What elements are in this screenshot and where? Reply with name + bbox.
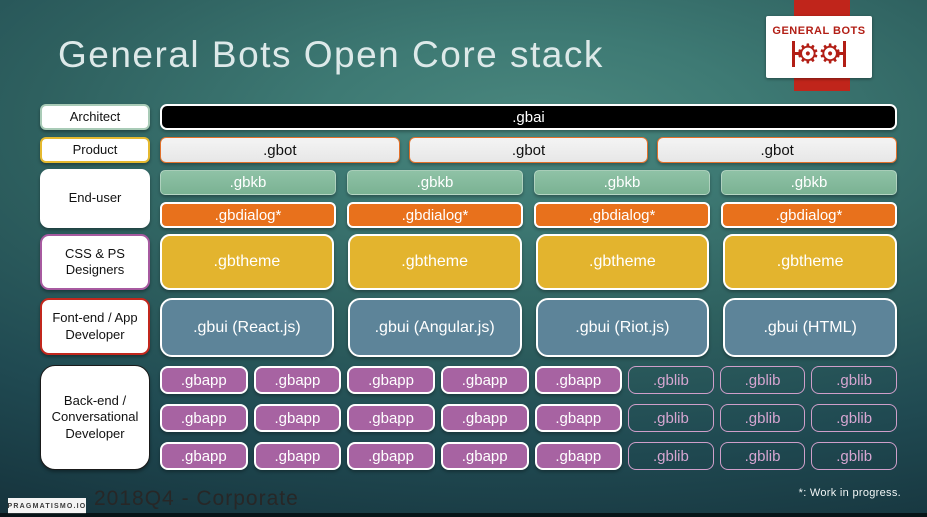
stack-box-gbapp: .gbapp: [160, 442, 248, 470]
stack-box-gblib: .gblib: [628, 442, 714, 470]
row-gbkb: .gbkb .gbkb .gbkb .gbkb: [160, 170, 897, 195]
general-bots-logo: GENERAL BOTS ⚙ ⚙: [766, 16, 872, 78]
stack-box-gbdialog: .gbdialog*: [721, 202, 897, 228]
row-backend-3: .gbapp .gbapp .gbapp .gbapp .gbapp .gbli…: [160, 442, 897, 470]
stack-box-gbapp: .gbapp: [534, 366, 623, 394]
stack-box-gbot: .gbot: [657, 137, 898, 163]
stack-box-gbot: .gbot: [160, 137, 400, 163]
stack-box-gbui-riot: .gbui (Riot.js): [535, 298, 710, 357]
role-label-architect: Architect: [40, 104, 150, 130]
stack-box-gbapp: .gbapp: [160, 404, 248, 432]
slide-bottom-edge: [0, 513, 927, 517]
role-label-product: Product: [40, 137, 150, 163]
stack-box-gbapp: .gbapp: [253, 366, 342, 394]
stack-box-gbapp: .gbapp: [160, 366, 248, 394]
stack-box-gblib: .gblib: [628, 366, 714, 394]
row-backend-2: .gbapp .gbapp .gbapp .gbapp .gbapp .gbli…: [160, 404, 897, 432]
role-label-backend-conversational-developer: Back-end / Conversational Developer: [40, 365, 150, 470]
stack-box-gbdialog: .gbdialog*: [534, 202, 710, 228]
stack-box-gbkb: .gbkb: [160, 170, 336, 195]
stack-box-gbtheme: .gbtheme: [160, 234, 334, 290]
stack-box-gbapp: .gbapp: [440, 366, 529, 394]
row-gbtheme: .gbtheme .gbtheme .gbtheme .gbtheme: [160, 234, 897, 290]
row-architect: .gbai: [160, 104, 897, 130]
page-title: General Bots Open Core stack: [58, 34, 604, 75]
gear-axle-left-icon: [791, 41, 802, 67]
stack-box-gbapp: .gbapp: [440, 442, 529, 470]
stack-box-gbkb: .gbkb: [721, 170, 897, 195]
stack-box-gblib: .gblib: [628, 404, 714, 432]
work-in-progress-note: *: Work in progress.: [798, 487, 901, 499]
gear-axle-right-icon: [836, 41, 847, 67]
row-gbdialog: .gbdialog* .gbdialog* .gbdialog* .gbdial…: [160, 202, 897, 228]
stack-box-gblib: .gblib: [811, 366, 897, 394]
role-label-css-ps-designers: CSS & PS Designers: [40, 234, 150, 290]
pragmatismo-logo: PRAGMATISMO.IO: [8, 498, 86, 514]
stack-box-gblib: .gblib: [719, 404, 806, 432]
stack-box-gbtheme: .gbtheme: [347, 234, 522, 290]
stack-box-gbdialog: .gbdialog*: [160, 202, 336, 228]
stack-box-gbtheme: .gbtheme: [535, 234, 710, 290]
footer-caption: 2018Q4 - Corporate: [94, 487, 299, 510]
stack-box-gblib: .gblib: [719, 366, 806, 394]
stack-box-gbapp: .gbapp: [347, 404, 435, 432]
stack-box-gbapp: .gbapp: [534, 404, 623, 432]
stack-box-gbapp: .gbapp: [534, 442, 623, 470]
row-product: .gbot .gbot .gbot: [160, 137, 898, 163]
stack-box-gbtheme: .gbtheme: [723, 234, 897, 290]
row-backend-1: .gbapp .gbapp .gbapp .gbapp .gbapp .gbli…: [160, 366, 897, 394]
stack-box-gbapp: .gbapp: [347, 442, 435, 470]
logo-brand-text: GENERAL BOTS: [772, 25, 866, 37]
role-label-end-user: End-user: [40, 169, 150, 228]
stack-box-gbkb: .gbkb: [534, 170, 710, 195]
stack-box-gblib: .gblib: [811, 404, 897, 432]
stack-box-gbui-html: .gbui (HTML): [723, 298, 897, 357]
stack-box-gblib: .gblib: [719, 442, 806, 470]
stack-box-gbapp: .gbapp: [347, 366, 435, 394]
logo-gears: ⚙ ⚙: [790, 37, 848, 71]
stack-box-gbot: .gbot: [408, 137, 649, 163]
stack-box-gblib: .gblib: [811, 442, 897, 470]
stack-box-gbkb: .gbkb: [347, 170, 523, 195]
slide: General Bots Open Core stack GENERAL BOT…: [0, 0, 927, 517]
stack-box-gbui-angular: .gbui (Angular.js): [347, 298, 522, 357]
stack-box-gbapp: .gbapp: [253, 404, 342, 432]
stack-box-gbdialog: .gbdialog*: [347, 202, 523, 228]
stack-box-gbapp: .gbapp: [440, 404, 529, 432]
stack-box-gbui-react: .gbui (React.js): [160, 298, 334, 357]
role-label-frontend-app-developer: Font-end / App Developer: [40, 298, 150, 355]
row-gbui: .gbui (React.js) .gbui (Angular.js) .gbu…: [160, 298, 897, 357]
stack-box-gbai: .gbai: [160, 104, 897, 130]
stack-box-gbapp: .gbapp: [253, 442, 342, 470]
